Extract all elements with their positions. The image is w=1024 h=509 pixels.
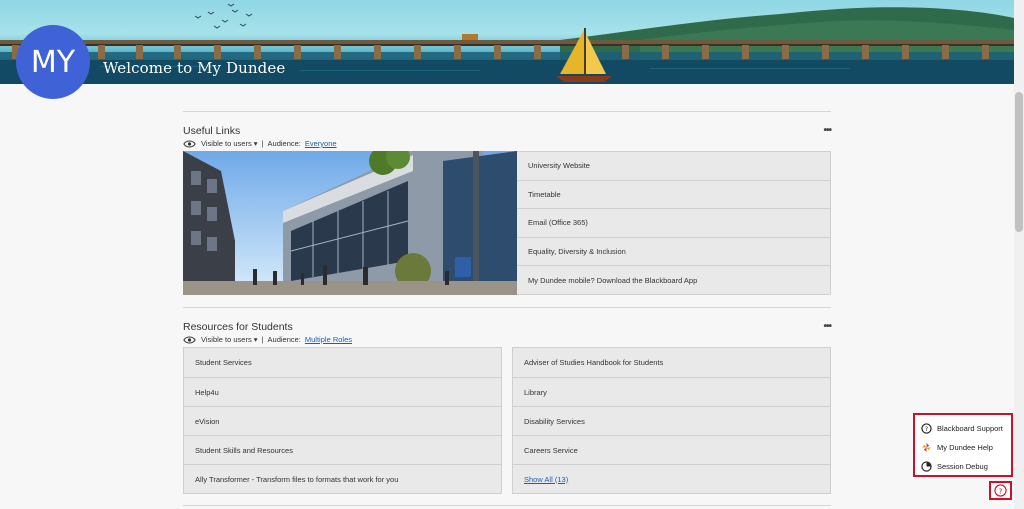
show-all-link[interactable]: Show All (13): [513, 464, 830, 493]
help-circle-icon: ?: [994, 484, 1007, 497]
link-evision[interactable]: eVision: [184, 406, 501, 435]
audience-label: Audience:: [267, 335, 301, 344]
useful-links-body: University Website Timetable Email (Offi…: [183, 151, 831, 295]
module-column: Useful Links ••• Visible to users ▾ | Au…: [183, 111, 832, 506]
link-help4u[interactable]: Help4u: [184, 377, 501, 406]
module-title: Useful Links: [183, 125, 241, 137]
resources-left-list: Student Services Help4u eVision Student …: [183, 347, 502, 494]
help-menu: ? Blackboard Support My Dundee Help Sess…: [913, 413, 1013, 477]
help-item-label: Session Debug: [937, 462, 988, 471]
separator: |: [261, 335, 264, 344]
useful-links-module: Useful Links ••• Visible to users ▾ | Au…: [183, 125, 832, 295]
svg-text:?: ?: [999, 486, 1003, 495]
link-adviser-handbook[interactable]: Adviser of Studies Handbook for Students: [513, 348, 830, 377]
link-student-services[interactable]: Student Services: [184, 348, 501, 377]
divider: [183, 505, 831, 506]
resources-right-list: Adviser of Studies Handbook for Students…: [512, 347, 831, 494]
audience-link[interactable]: Multiple Roles: [305, 335, 352, 344]
link-email[interactable]: Email (Office 365): [517, 208, 830, 237]
campus-building-image: [183, 151, 517, 295]
module-meta: Visible to users ▾ | Audience: Multiple …: [183, 335, 831, 344]
link-ally-transformer[interactable]: Ally Transformer - Transform files to fo…: [184, 464, 501, 493]
clock-icon: [921, 461, 932, 472]
header-banner: Welcome to My Dundee: [0, 0, 1014, 84]
svg-text:?: ?: [925, 425, 928, 433]
link-mobile-app[interactable]: My Dundee mobile? Download the Blackboar…: [517, 265, 830, 294]
show-all-label[interactable]: Show All (13): [524, 475, 568, 484]
link-library[interactable]: Library: [513, 377, 830, 406]
eye-icon: [183, 139, 196, 148]
help-item-session-debug[interactable]: Session Debug: [921, 457, 1005, 476]
module-more-button[interactable]: •••: [823, 321, 831, 332]
link-university-website[interactable]: University Website: [517, 152, 830, 180]
audience-link[interactable]: Everyone: [305, 139, 337, 148]
module-meta: Visible to users ▾ | Audience: Everyone: [183, 139, 831, 148]
link-student-skills[interactable]: Student Skills and Resources: [184, 435, 501, 464]
resources-module: Resources for Students ••• Visible to us…: [183, 321, 832, 494]
resources-grid: Student Services Help4u eVision Student …: [183, 347, 831, 494]
separator: |: [261, 139, 264, 148]
help-item-label: My Dundee Help: [937, 443, 993, 452]
link-disability-services[interactable]: Disability Services: [513, 406, 830, 435]
page-scrollbar[interactable]: [1014, 0, 1024, 509]
link-equality-diversity[interactable]: Equality, Diversity & Inclusion: [517, 236, 830, 266]
eye-icon: [183, 335, 196, 344]
visibility-dropdown[interactable]: Visible to users ▾: [201, 335, 258, 344]
help-item-blackboard-support[interactable]: ? Blackboard Support: [921, 419, 1005, 438]
visibility-dropdown[interactable]: Visible to users ▾: [201, 139, 258, 148]
link-timetable[interactable]: Timetable: [517, 179, 830, 209]
divider: [183, 111, 831, 112]
module-more-button[interactable]: •••: [823, 125, 831, 136]
module-title: Resources for Students: [183, 321, 293, 333]
divider: [183, 307, 831, 308]
help-button[interactable]: ?: [989, 481, 1012, 500]
page-title: Welcome to My Dundee: [103, 59, 286, 77]
help-item-my-dundee-help[interactable]: My Dundee Help: [921, 438, 1005, 457]
useful-links-list: University Website Timetable Email (Offi…: [517, 151, 831, 295]
question-bubble-icon: ?: [921, 423, 932, 434]
link-careers-service[interactable]: Careers Service: [513, 435, 830, 464]
module-header: Resources for Students ••• Visible to us…: [183, 321, 832, 344]
module-header: Useful Links ••• Visible to users ▾ | Au…: [183, 125, 832, 148]
audience-label: Audience:: [267, 139, 301, 148]
pinwheel-icon: [921, 442, 932, 453]
my-dundee-logo[interactable]: MY: [16, 25, 90, 99]
help-item-label: Blackboard Support: [937, 424, 1003, 433]
scrollbar-thumb[interactable]: [1015, 92, 1023, 232]
